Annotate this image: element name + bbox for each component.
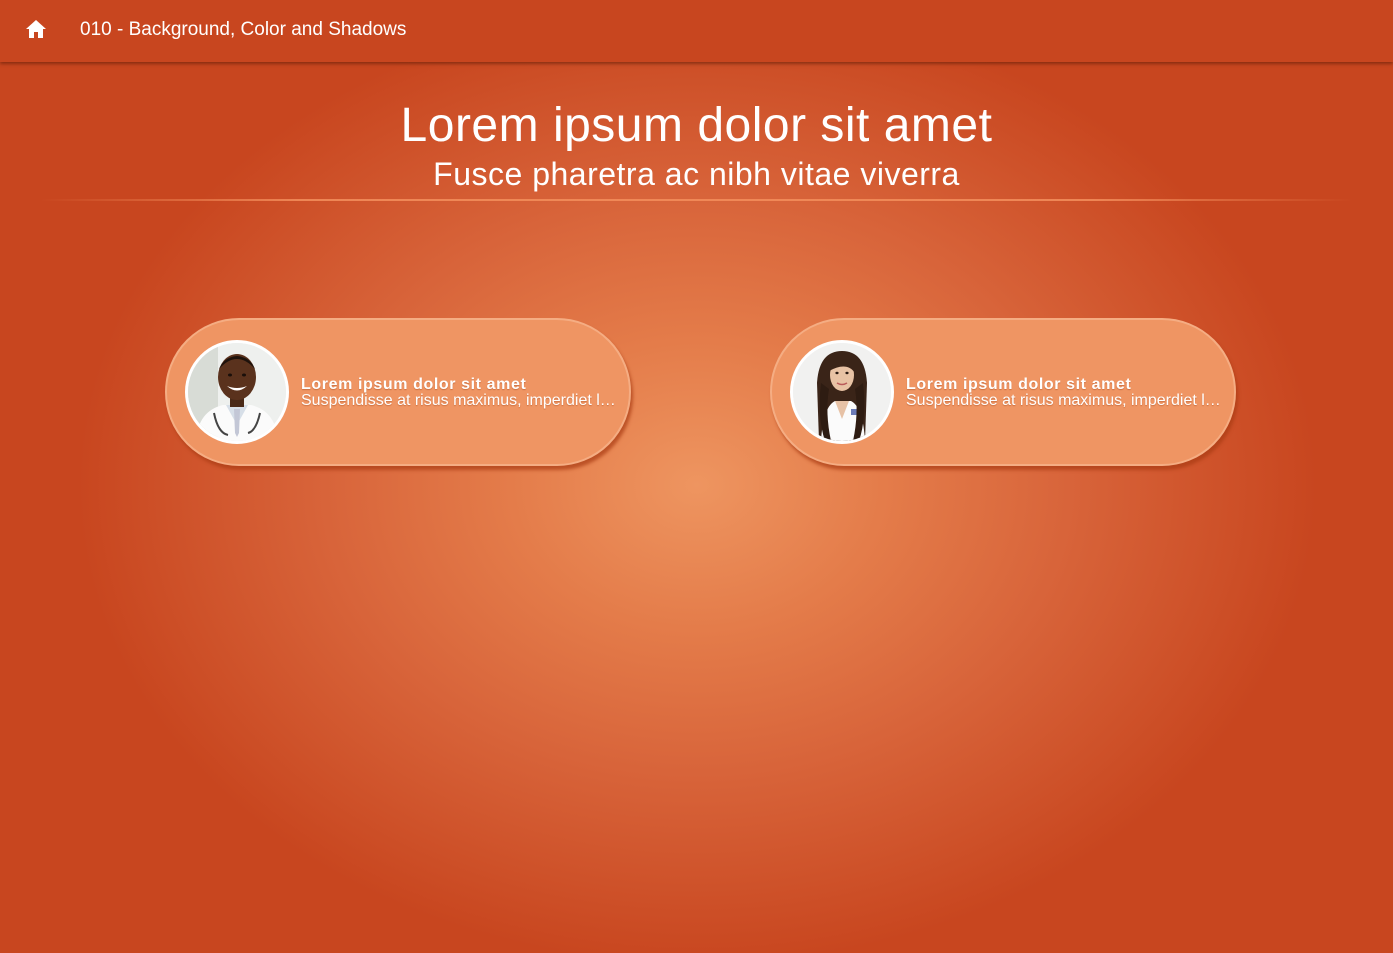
- card-text: Suspendisse at risus maximus, imperdiet …: [301, 392, 619, 409]
- doctor-woman-photo: [793, 343, 891, 441]
- page-title: 010 - Background, Color and Shadows: [80, 19, 407, 40]
- avatar: [185, 340, 289, 444]
- home-icon: [25, 19, 47, 44]
- home-button[interactable]: [22, 18, 50, 44]
- hero-subtitle: Fusce pharetra ac nibh vitae viverra: [433, 156, 960, 192]
- hero-divider: [40, 199, 1353, 201]
- avatar: [790, 340, 894, 444]
- doctor-man-photo: [188, 343, 286, 441]
- top-bar: 010 - Background, Color and Shadows: [0, 0, 1393, 62]
- profile-card[interactable]: Lorem ipsum dolor sit amet Suspendisse a…: [770, 318, 1236, 466]
- profile-card[interactable]: Lorem ipsum dolor sit amet Suspendisse a…: [165, 318, 631, 466]
- hero-title: Lorem ipsum dolor sit amet: [400, 99, 993, 152]
- card-text: Suspendisse at risus maximus, imperdiet …: [906, 392, 1224, 409]
